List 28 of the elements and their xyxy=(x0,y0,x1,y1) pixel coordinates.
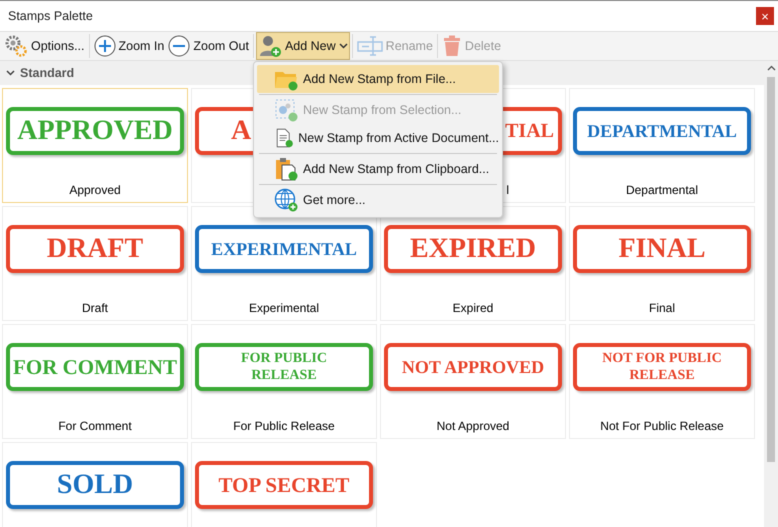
stamp-text: TOP SECRET xyxy=(218,474,350,496)
stamp-text: NOT APPROVED xyxy=(402,358,544,376)
stamp-text: TIAL xyxy=(505,121,554,141)
stamp-label: For Comment xyxy=(58,418,132,435)
stamp-text: DRAFT xyxy=(46,235,144,263)
stamp-label: Draft xyxy=(82,300,108,317)
stamp-label: Experimental xyxy=(248,300,320,317)
stamp-text: FINAL xyxy=(618,235,706,263)
stamp-text: RELEASE xyxy=(629,367,695,384)
stamp-label: Expired xyxy=(452,300,494,317)
stamp-text: FOR COMMENT xyxy=(13,356,177,378)
stamp-text: EXPIRED xyxy=(410,235,536,263)
window-title: Stamps Palette xyxy=(8,8,93,25)
stamp-label: Not For Public Release xyxy=(600,418,724,435)
stamp-text: DEPARTMENTAL xyxy=(587,122,737,140)
stamp-text: A xyxy=(231,117,252,145)
stamp-label: For Public Release xyxy=(233,418,335,435)
stamp-label: Not Approved xyxy=(436,418,510,435)
stamp-label: Approved xyxy=(69,182,121,199)
stamp-text: EXPERIMENTAL xyxy=(211,240,357,258)
stamp-label: l xyxy=(506,182,509,199)
stamp-label: Departmental xyxy=(626,182,698,199)
stamp-text: NOT FOR PUBLIC xyxy=(602,350,722,367)
stamp-text: RELEASE xyxy=(251,367,317,384)
stamp-text: APPROVED xyxy=(17,117,173,145)
stamp-label: Final xyxy=(648,300,675,317)
stamp-text: FOR PUBLIC xyxy=(241,350,327,367)
stamp-text: SOLD xyxy=(56,471,134,499)
